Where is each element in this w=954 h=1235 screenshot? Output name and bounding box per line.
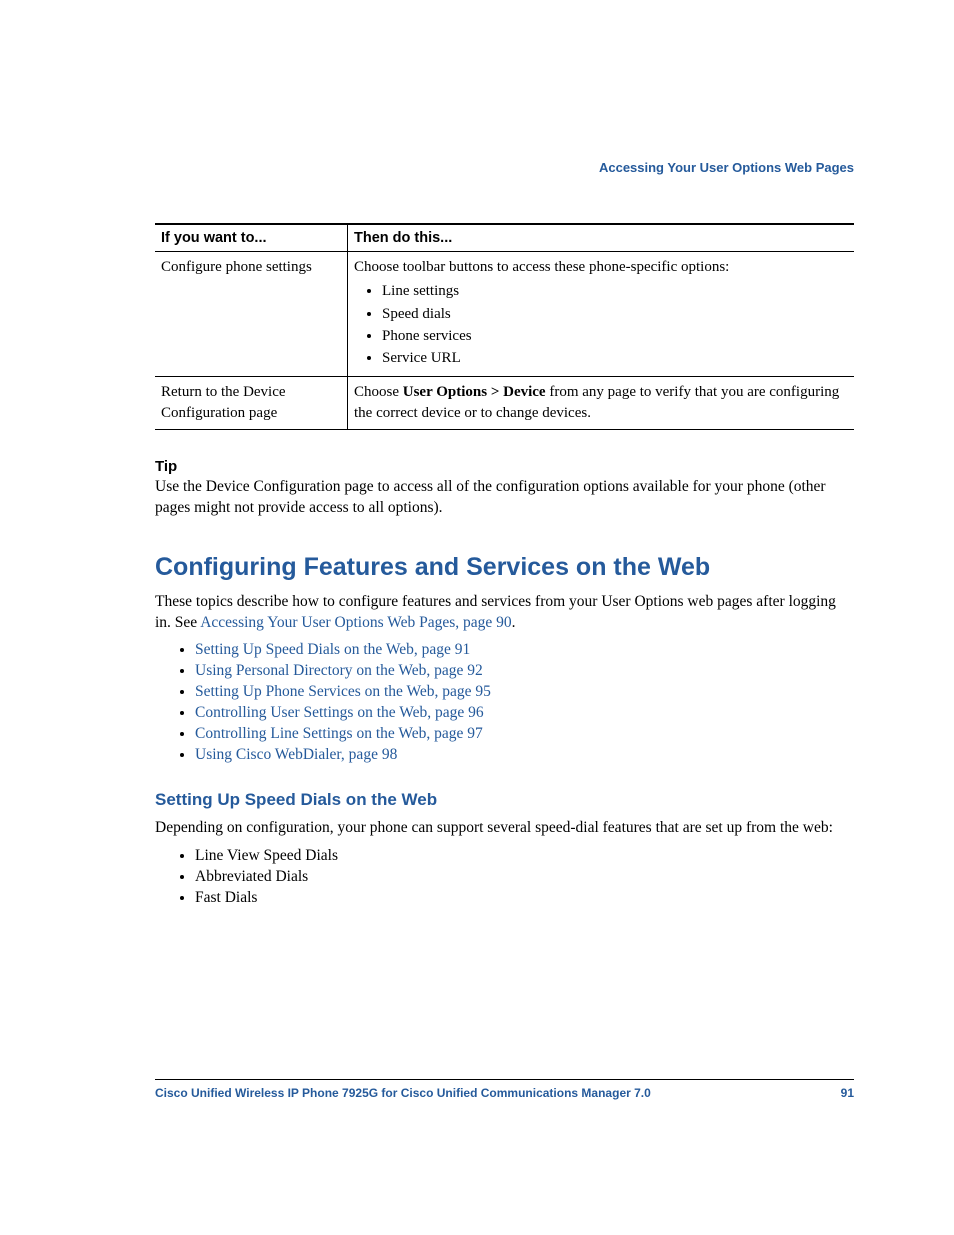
table-row: Return to the Device Configuration page … xyxy=(155,377,854,430)
options-table: If you want to... Then do this... Config… xyxy=(155,223,854,430)
cell-do: Choose User Options > Device from any pa… xyxy=(348,377,855,430)
list-item: Using Cisco WebDialer, page 98 xyxy=(195,746,854,764)
page-number: 91 xyxy=(841,1086,854,1100)
footer-title: Cisco Unified Wireless IP Phone 7925G fo… xyxy=(155,1086,651,1100)
cell-bullets: Line settings Speed dials Phone services… xyxy=(354,281,848,368)
list-item: Controlling User Settings on the Web, pa… xyxy=(195,704,854,722)
list-item: Service URL xyxy=(382,348,848,368)
xref-link[interactable]: Using Cisco WebDialer, page 98 xyxy=(195,746,397,763)
section-intro: These topics describe how to configure f… xyxy=(155,592,854,634)
xref-link[interactable]: Controlling User Settings on the Web, pa… xyxy=(195,704,484,721)
list-item: Setting Up Speed Dials on the Web, page … xyxy=(195,641,854,659)
list-item: Line settings xyxy=(382,281,848,301)
list-item: Controlling Line Settings on the Web, pa… xyxy=(195,725,854,743)
tip-heading: Tip xyxy=(155,458,854,475)
section-heading: Configuring Features and Services on the… xyxy=(155,553,854,582)
list-item: Setting Up Phone Services on the Web, pa… xyxy=(195,683,854,701)
tip-text: Use the Device Configuration page to acc… xyxy=(155,477,854,519)
xref-link[interactable]: Setting Up Speed Dials on the Web, page … xyxy=(195,641,470,658)
cell-want: Configure phone settings xyxy=(155,252,348,377)
document-page: Accessing Your User Options Web Pages If… xyxy=(0,0,954,1235)
sub-intro: Depending on configuration, your phone c… xyxy=(155,818,854,839)
text: Choose xyxy=(354,384,403,400)
menu-path: User Options > Device xyxy=(403,384,546,400)
xref-link[interactable]: Setting Up Phone Services on the Web, pa… xyxy=(195,683,491,700)
text: . xyxy=(512,614,516,631)
th-want: If you want to... xyxy=(155,224,348,252)
list-item: Using Personal Directory on the Web, pag… xyxy=(195,662,854,680)
th-do: Then do this... xyxy=(348,224,855,252)
list-item: Line View Speed Dials xyxy=(195,847,854,865)
page-footer: Cisco Unified Wireless IP Phone 7925G fo… xyxy=(155,1079,854,1100)
subsection-heading: Setting Up Speed Dials on the Web xyxy=(155,790,854,810)
topic-links: Setting Up Speed Dials on the Web, page … xyxy=(155,641,854,764)
running-header: Accessing Your User Options Web Pages xyxy=(155,160,854,175)
cell-do: Choose toolbar buttons to access these p… xyxy=(348,252,855,377)
cell-lead: Choose toolbar buttons to access these p… xyxy=(354,259,729,275)
xref-link[interactable]: Controlling Line Settings on the Web, pa… xyxy=(195,725,483,742)
cell-want: Return to the Device Configuration page xyxy=(155,377,348,430)
list-item: Phone services xyxy=(382,326,848,346)
xref-link[interactable]: Using Personal Directory on the Web, pag… xyxy=(195,662,483,679)
list-item: Speed dials xyxy=(382,304,848,324)
feature-list: Line View Speed Dials Abbreviated Dials … xyxy=(155,847,854,907)
list-item: Abbreviated Dials xyxy=(195,868,854,886)
list-item: Fast Dials xyxy=(195,889,854,907)
xref-link[interactable]: Accessing Your User Options Web Pages, p… xyxy=(200,614,511,631)
table-row: Configure phone settings Choose toolbar … xyxy=(155,252,854,377)
